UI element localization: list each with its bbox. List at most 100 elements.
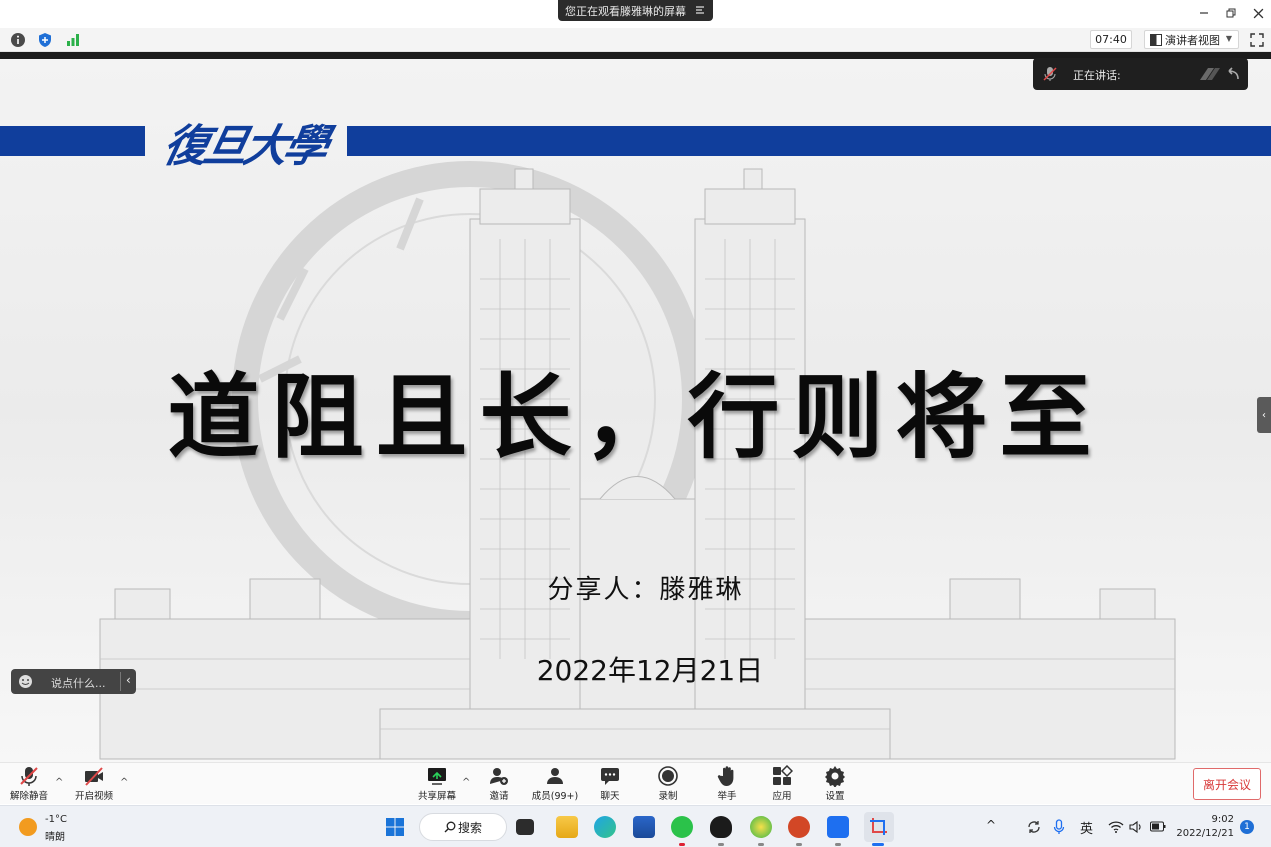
members-icon bbox=[547, 768, 563, 784]
collapse-icon[interactable] bbox=[1226, 67, 1240, 81]
search-label: 搜索 bbox=[458, 820, 483, 835]
invite-button[interactable]: 邀请 bbox=[484, 765, 514, 803]
music-app-icon[interactable] bbox=[750, 816, 772, 838]
chevron-up-icon[interactable]: ^ bbox=[986, 818, 996, 832]
presenter-name: 分享人：滕雅琳 bbox=[547, 575, 744, 605]
store-icon[interactable] bbox=[633, 816, 655, 838]
signal-strength-icon[interactable] bbox=[65, 32, 81, 48]
taskbar-search[interactable]: 搜索 bbox=[419, 813, 507, 841]
meeting-app-icon[interactable] bbox=[827, 816, 849, 838]
wechat-icon[interactable] bbox=[671, 816, 693, 838]
meeting-toolbar: 解除静音 ^ 开启视频 ^ 共享屏幕 ^ 邀请 成员(99+) 聊天 录制 举手… bbox=[0, 762, 1271, 804]
notification-badge[interactable]: 1 bbox=[1240, 820, 1254, 834]
active-speaker-panel[interactable]: 正在讲话: bbox=[1033, 58, 1248, 90]
invite-label: 邀请 bbox=[489, 791, 509, 802]
chat-divider bbox=[120, 672, 121, 691]
shared-slide: 復旦大學 道阻且长，行则将至 分享人：滕雅琳 2022年12月21日 bbox=[0, 59, 1271, 762]
weather-temperature[interactable]: -1°C bbox=[45, 814, 67, 825]
layout-icon bbox=[1150, 33, 1162, 46]
chat-label: 聊天 bbox=[600, 791, 620, 802]
unmute-label: 解除静音 bbox=[9, 791, 48, 802]
edge-browser-icon[interactable] bbox=[594, 816, 616, 838]
snipping-indicator bbox=[872, 843, 884, 846]
slide-title: 道阻且长，行则将至 bbox=[167, 363, 1104, 471]
minimize-button[interactable] bbox=[1194, 4, 1214, 22]
chevron-down-icon: ▼ bbox=[1225, 34, 1232, 43]
snipping-tool-active-bg[interactable] bbox=[864, 812, 894, 842]
wifi-icon[interactable] bbox=[1108, 820, 1124, 834]
apps-button[interactable]: 应用 bbox=[768, 765, 796, 803]
view-mode-label: 演讲者视图 bbox=[1165, 33, 1220, 47]
windows-taskbar: -1°C 晴朗 搜索 ^ 英 9:02 2022/12/21 1 bbox=[0, 805, 1271, 847]
apps-icon bbox=[773, 765, 793, 785]
members-button[interactable]: 成员(99+) bbox=[530, 765, 580, 803]
volume-icon[interactable] bbox=[1129, 820, 1143, 834]
video-options-icon[interactable]: ^ bbox=[120, 777, 128, 788]
leave-meeting-button[interactable]: 离开会议 bbox=[1193, 768, 1261, 800]
side-panel-toggle[interactable]: ‹ bbox=[1257, 397, 1271, 433]
raise-hand-button[interactable]: 举手 bbox=[713, 765, 741, 803]
audio-options-icon[interactable]: ^ bbox=[55, 777, 63, 788]
emoji-icon[interactable] bbox=[18, 674, 33, 689]
meeting-window: 您正在观看滕雅琳的屏幕 07:40 演讲者视图 ▼ 復旦大學 道阻且长，行则将至… bbox=[0, 0, 1271, 847]
settings-label: 设置 bbox=[825, 791, 845, 802]
raise-hand-icon bbox=[717, 766, 734, 786]
chevron-left-icon: ‹ bbox=[1262, 409, 1266, 421]
record-label: 录制 bbox=[658, 791, 678, 802]
start-video-button[interactable]: 开启视频 bbox=[72, 765, 116, 803]
unmute-button[interactable]: 解除静音 bbox=[8, 765, 50, 803]
weather-description[interactable]: 晴朗 bbox=[45, 828, 65, 843]
header-band-left bbox=[0, 126, 145, 156]
info-icon[interactable] bbox=[10, 32, 26, 48]
wechat-indicator bbox=[679, 843, 685, 846]
start-video-label: 开启视频 bbox=[74, 791, 113, 802]
restore-button[interactable] bbox=[1221, 4, 1241, 22]
weather-sun-icon[interactable] bbox=[19, 818, 37, 836]
add-user-icon bbox=[490, 768, 508, 785]
apps-label: 应用 bbox=[772, 791, 792, 802]
chevron-left-icon[interactable]: ‹ bbox=[126, 673, 131, 687]
chat-button[interactable]: 聊天 bbox=[596, 765, 624, 803]
qq-icon[interactable] bbox=[710, 816, 732, 838]
file-explorer-icon[interactable] bbox=[556, 816, 578, 838]
sync-icon[interactable] bbox=[1026, 819, 1042, 835]
record-icon bbox=[658, 766, 678, 786]
microphone-icon[interactable] bbox=[1053, 819, 1065, 835]
share-screen-label: 共享屏幕 bbox=[417, 791, 456, 802]
minimize-icon bbox=[1200, 12, 1208, 14]
close-button[interactable] bbox=[1248, 4, 1268, 22]
sharing-text: 您正在观看滕雅琳的屏幕 bbox=[565, 4, 686, 18]
qq-indicator bbox=[718, 843, 724, 846]
settings-button[interactable]: 设置 bbox=[821, 765, 849, 803]
task-view-icon[interactable] bbox=[516, 819, 534, 835]
meeting-info-bar: 07:40 演讲者视图 ▼ bbox=[0, 28, 1271, 52]
music-indicator bbox=[758, 843, 764, 846]
search-icon bbox=[444, 821, 456, 833]
snipping-tool-icon bbox=[870, 818, 887, 835]
chat-input[interactable]: 说点什么... ‹ bbox=[11, 669, 136, 694]
meeting-timer: 07:40 bbox=[1090, 30, 1132, 49]
battery-icon[interactable] bbox=[1150, 821, 1166, 832]
muted-mic-icon bbox=[1043, 67, 1057, 81]
slide-date: 2022年12月21日 bbox=[536, 654, 764, 687]
share-screen-button[interactable]: 共享屏幕 bbox=[414, 765, 460, 803]
powerpoint-indicator bbox=[796, 843, 802, 846]
view-mode-dropdown[interactable]: 演讲者视图 ▼ bbox=[1144, 30, 1239, 49]
screen-share-banner[interactable]: 您正在观看滕雅琳的屏幕 bbox=[558, 0, 713, 21]
clock-date[interactable]: 2022/12/21 bbox=[1176, 828, 1234, 839]
header-band-right bbox=[347, 126, 1271, 156]
clock-time[interactable]: 9:02 bbox=[1206, 814, 1234, 825]
pin-icon[interactable] bbox=[1198, 66, 1222, 82]
security-shield-icon[interactable] bbox=[37, 32, 53, 48]
input-method-indicator[interactable]: 英 bbox=[1080, 818, 1093, 837]
powerpoint-icon[interactable] bbox=[788, 816, 810, 838]
menu-icon[interactable] bbox=[695, 5, 705, 15]
speaking-label: 正在讲话: bbox=[1073, 69, 1121, 82]
windows-start-icon[interactable] bbox=[385, 817, 405, 837]
share-options-icon[interactable]: ^ bbox=[462, 777, 470, 788]
chat-icon bbox=[601, 768, 619, 785]
meeting-indicator bbox=[835, 843, 841, 846]
fullscreen-icon[interactable] bbox=[1249, 32, 1265, 48]
record-button[interactable]: 录制 bbox=[654, 765, 682, 803]
close-icon bbox=[1253, 8, 1263, 18]
